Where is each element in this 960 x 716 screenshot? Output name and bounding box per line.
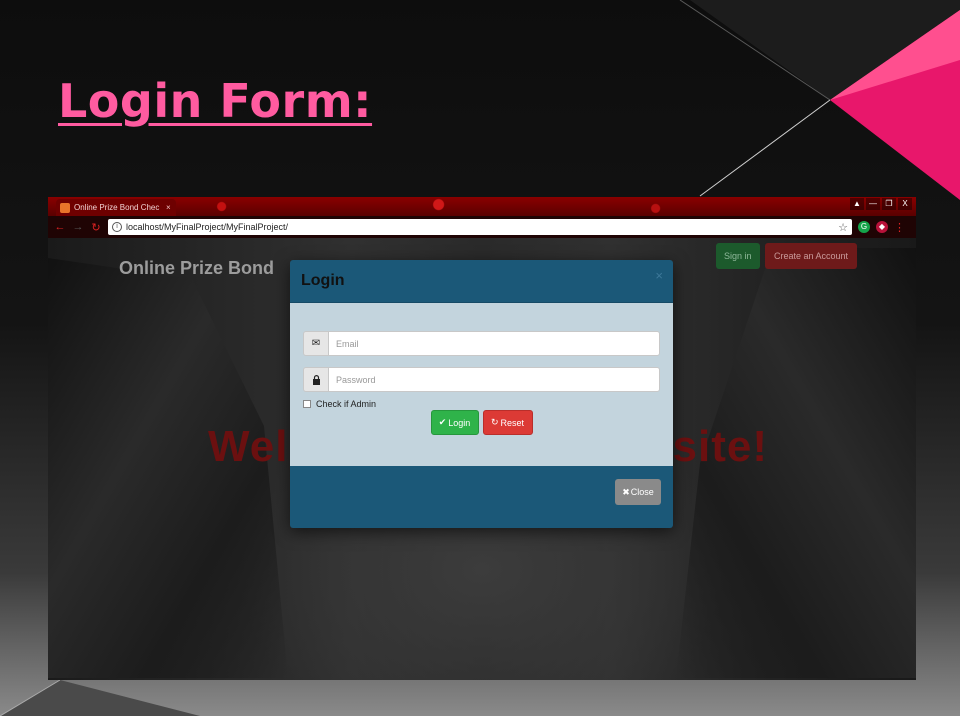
checkmark-icon: ✔ bbox=[438, 417, 447, 427]
modal-actions: ✔ Login ↻ Reset bbox=[303, 410, 660, 435]
admin-check-label: Check if Admin bbox=[316, 399, 377, 409]
close-button-label: Close bbox=[630, 487, 654, 497]
login-button[interactable]: ✔ Login bbox=[430, 410, 479, 435]
back-arrow-icon[interactable]: ← bbox=[54, 221, 66, 233]
password-input-group bbox=[303, 367, 660, 392]
close-x-icon: ✖ bbox=[622, 486, 630, 497]
admin-checkbox[interactable] bbox=[303, 400, 311, 408]
site-brand: Online Prize Bond bbox=[119, 258, 275, 278]
envelope-icon: ✉ bbox=[303, 331, 328, 356]
tab-title: Online Prize Bond Chec bbox=[74, 203, 160, 212]
sign-in-button[interactable]: Sign in bbox=[716, 243, 760, 269]
bookmark-star-icon[interactable]: ☆ bbox=[838, 221, 848, 234]
login-button-label: Login bbox=[448, 417, 471, 428]
welcome-heading-right: site! bbox=[672, 422, 768, 471]
modal-footer: ✖ Close bbox=[290, 466, 673, 528]
tab-close-icon[interactable]: × bbox=[166, 203, 171, 212]
browser-window: Online Prize Bond Chec × ▲ — ❐ X ← → ↻ i… bbox=[48, 197, 916, 680]
info-icon[interactable]: i bbox=[112, 222, 122, 232]
modal-title: Login bbox=[301, 272, 345, 289]
window-controls: ▲ — ❐ X bbox=[850, 198, 912, 210]
reset-button-label: Reset bbox=[500, 417, 525, 428]
grammarly-icon[interactable]: G bbox=[858, 221, 870, 233]
forward-arrow-icon[interactable]: → bbox=[72, 221, 84, 233]
email-field[interactable] bbox=[328, 331, 660, 356]
login-modal: Login × ✉ Check if Admin bbox=[290, 260, 673, 528]
welcome-heading-left: Wel bbox=[208, 422, 289, 471]
close-window-button[interactable]: X bbox=[898, 198, 912, 210]
shield-extension-icon[interactable]: ◆ bbox=[876, 221, 888, 233]
tab-bar: Online Prize Bond Chec × ▲ — ❐ X bbox=[48, 197, 916, 216]
reload-icon[interactable]: ↻ bbox=[90, 221, 102, 234]
browser-tab[interactable]: Online Prize Bond Chec × bbox=[56, 199, 176, 216]
reset-button[interactable]: ↻ Reset bbox=[482, 410, 533, 435]
favicon-icon bbox=[60, 202, 70, 213]
modal-header: Login bbox=[290, 260, 673, 303]
restore-button[interactable]: ❐ bbox=[882, 198, 896, 210]
slide-title: Login Form: bbox=[58, 74, 373, 128]
password-field[interactable] bbox=[328, 367, 660, 392]
email-input-group: ✉ bbox=[303, 331, 660, 356]
address-bar[interactable]: i localhost/MyFinalProject/MyFinalProjec… bbox=[108, 219, 852, 235]
create-account-button[interactable]: Create an Account bbox=[765, 243, 858, 269]
user-icon[interactable]: ▲ bbox=[850, 198, 864, 210]
modal-body: ✉ Check if Admin ✔ Login bbox=[290, 303, 673, 466]
lock-icon bbox=[303, 367, 328, 392]
modal-close-icon[interactable]: × bbox=[655, 268, 663, 283]
refresh-icon: ↻ bbox=[490, 417, 499, 427]
page-content: Online Prize Bond Wel site! Sign in Crea… bbox=[48, 238, 916, 680]
admin-check-row: Check if Admin bbox=[303, 399, 660, 409]
minimize-button[interactable]: — bbox=[866, 198, 880, 210]
menu-dots-icon[interactable]: ⋮ bbox=[894, 221, 905, 234]
url-text: localhost/MyFinalProject/MyFinalProject/ bbox=[126, 222, 289, 232]
close-button[interactable]: ✖ Close bbox=[615, 479, 661, 505]
browser-toolbar: ← → ↻ i localhost/MyFinalProject/MyFinal… bbox=[48, 216, 916, 238]
